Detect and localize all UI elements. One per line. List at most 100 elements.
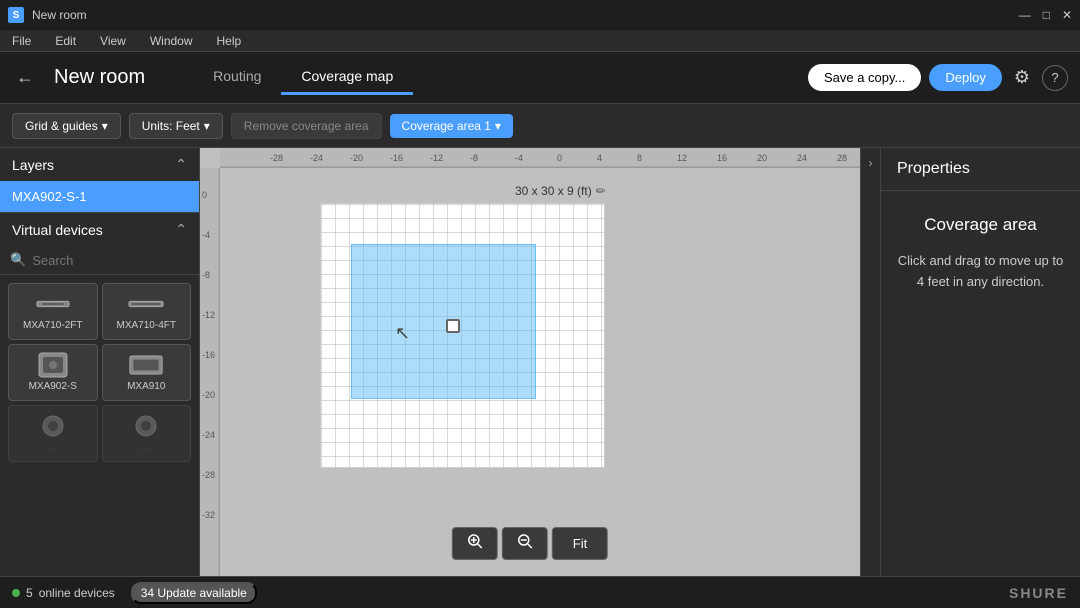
device-name-mxa902-s: MXA902-S <box>29 381 77 392</box>
device-icon-extra1 <box>35 414 71 438</box>
menu-edit[interactable]: Edit <box>51 32 80 50</box>
svg-text:28: 28 <box>837 153 847 163</box>
canvas-area[interactable]: -28 -24 -20 -16 -12 -8 -4 0 4 8 12 16 20… <box>200 148 860 576</box>
menu-file[interactable]: File <box>8 32 35 50</box>
sidebar: Layers ⌃ MXA902-S-1 Virtual devices ⌃ 🔍 <box>0 148 200 576</box>
coverage-area-button[interactable]: Coverage area 1 ▾ <box>390 114 513 138</box>
svg-text:8: 8 <box>637 153 642 163</box>
layer-item-mxa902[interactable]: MXA902-S-1 <box>0 181 199 212</box>
virtual-devices-title: Virtual devices <box>12 222 103 238</box>
svg-text:20: 20 <box>757 153 767 163</box>
settings-button[interactable]: ⚙ <box>1010 63 1034 92</box>
svg-text:-4: -4 <box>515 153 523 163</box>
layers-header[interactable]: Layers ⌃ <box>0 148 199 181</box>
svg-text:-28: -28 <box>270 153 283 163</box>
back-button[interactable]: ← <box>12 63 38 92</box>
svg-text:0: 0 <box>557 153 562 163</box>
deploy-button[interactable]: Deploy <box>929 64 1001 91</box>
svg-text:12: 12 <box>677 153 687 163</box>
layers-section: Layers ⌃ MXA902-S-1 <box>0 148 199 212</box>
search-input[interactable] <box>32 253 200 268</box>
zoom-out-button[interactable] <box>502 527 548 560</box>
header-actions: Save a copy... Deploy ⚙ ? <box>808 63 1068 92</box>
device-card-mxa710-4ft[interactable]: MXA710-4FT <box>102 283 192 340</box>
ruler-horizontal: -28 -24 -20 -16 -12 -8 -4 0 4 8 12 16 20… <box>220 148 860 168</box>
minimize-button[interactable]: — <box>1019 8 1031 22</box>
device-name-extra2: ... <box>142 442 150 453</box>
online-label: online devices <box>39 586 115 600</box>
right-panel-toggle[interactable]: › <box>860 148 880 576</box>
search-icon: 🔍 <box>10 252 26 268</box>
header: ← New room Routing Coverage map Save a c… <box>0 52 1080 104</box>
save-copy-button[interactable]: Save a copy... <box>808 64 921 91</box>
device-icon-mxa902-s <box>35 353 71 377</box>
chevron-down-icon-coverage: ▾ <box>495 119 501 133</box>
toolbar: Grid & guides ▾ Units: Feet ▾ Remove cov… <box>0 104 1080 148</box>
titlebar-title: New room <box>32 8 1011 22</box>
online-count: 5 <box>26 586 33 600</box>
menubar: File Edit View Window Help <box>0 30 1080 52</box>
device-icon-extra2 <box>128 414 164 438</box>
device-name-mxa710-2ft: MXA710-2FT <box>23 320 82 331</box>
virtual-devices-section[interactable]: Virtual devices ⌃ <box>0 212 199 246</box>
coverage-area[interactable] <box>351 244 536 399</box>
svg-text:4: 4 <box>597 153 602 163</box>
device-marker[interactable] <box>446 319 460 333</box>
menu-window[interactable]: Window <box>146 32 197 50</box>
device-icon-mxa910 <box>128 353 164 377</box>
menu-view[interactable]: View <box>96 32 130 50</box>
grid-guides-label: Grid & guides <box>25 119 98 133</box>
canvas-content[interactable]: 30 x 30 x 9 (ft) ✏ ↖ <box>220 168 860 576</box>
virtual-devices-collapse-button[interactable]: ⌃ <box>175 221 187 238</box>
right-toggle-icon: › <box>869 156 873 170</box>
chevron-down-icon-units: ▾ <box>204 119 210 133</box>
shure-logo: SHURE <box>1009 585 1068 601</box>
zoom-in-button[interactable] <box>452 527 498 560</box>
ruler-vertical: 0 -4 -8 -12 -16 -20 -24 -28 -32 <box>200 168 220 576</box>
svg-text:-32: -32 <box>202 510 215 520</box>
svg-text:24: 24 <box>797 153 807 163</box>
header-tabs: Routing Coverage map <box>193 60 413 95</box>
titlebar: S New room — □ ✕ <box>0 0 1080 30</box>
zoom-controls: Fit <box>452 527 608 560</box>
grid-guides-button[interactable]: Grid & guides ▾ <box>12 113 121 139</box>
edit-dimension-icon[interactable]: ✏ <box>596 184 606 198</box>
properties-header: Properties <box>881 148 1080 191</box>
statusbar: 5 online devices 34 Update available SHU… <box>0 576 1080 608</box>
layers-collapse-button[interactable]: ⌃ <box>175 156 187 173</box>
coverage-area-label: Coverage area 1 <box>402 119 491 133</box>
svg-text:-20: -20 <box>202 390 215 400</box>
svg-text:-16: -16 <box>390 153 403 163</box>
units-label: Units: Feet <box>142 119 200 133</box>
device-card-extra1[interactable]: ... <box>8 405 98 462</box>
svg-text:-12: -12 <box>430 153 443 163</box>
svg-text:0: 0 <box>202 190 207 200</box>
maximize-button[interactable]: □ <box>1043 8 1050 22</box>
device-card-mxa910[interactable]: MXA910 <box>102 344 192 401</box>
device-grid: MXA710-2FT MXA710-4FT <box>0 275 199 470</box>
remove-coverage-button[interactable]: Remove coverage area <box>231 113 382 139</box>
svg-text:16: 16 <box>717 153 727 163</box>
update-badge[interactable]: 34 Update available <box>131 582 257 604</box>
remove-coverage-label: Remove coverage area <box>244 119 369 133</box>
device-card-mxa710-2ft[interactable]: MXA710-2FT <box>8 283 98 340</box>
coverage-info: Coverage area Click and drag to move up … <box>881 191 1080 317</box>
app-icon: S <box>8 7 24 23</box>
device-card-mxa902-s[interactable]: MXA902-S <box>8 344 98 401</box>
svg-text:-12: -12 <box>202 310 215 320</box>
svg-text:-8: -8 <box>470 153 478 163</box>
device-icon-mxa710-4ft <box>128 292 164 316</box>
units-button[interactable]: Units: Feet ▾ <box>129 113 223 139</box>
right-panel: Properties Coverage area Click and drag … <box>880 148 1080 576</box>
coverage-area-description: Click and drag to move up to 4 feet in a… <box>897 251 1064 293</box>
device-card-extra2[interactable]: ... <box>102 405 192 462</box>
device-name-extra1: ... <box>49 442 57 453</box>
zoom-fit-button[interactable]: Fit <box>552 527 608 560</box>
close-button[interactable]: ✕ <box>1062 8 1072 22</box>
tab-coverage-map[interactable]: Coverage map <box>281 60 413 95</box>
help-button[interactable]: ? <box>1042 65 1068 91</box>
dimension-label: 30 x 30 x 9 (ft) ✏ <box>515 184 606 198</box>
tab-routing[interactable]: Routing <box>193 60 281 95</box>
menu-help[interactable]: Help <box>213 32 246 50</box>
svg-text:-4: -4 <box>202 230 210 240</box>
